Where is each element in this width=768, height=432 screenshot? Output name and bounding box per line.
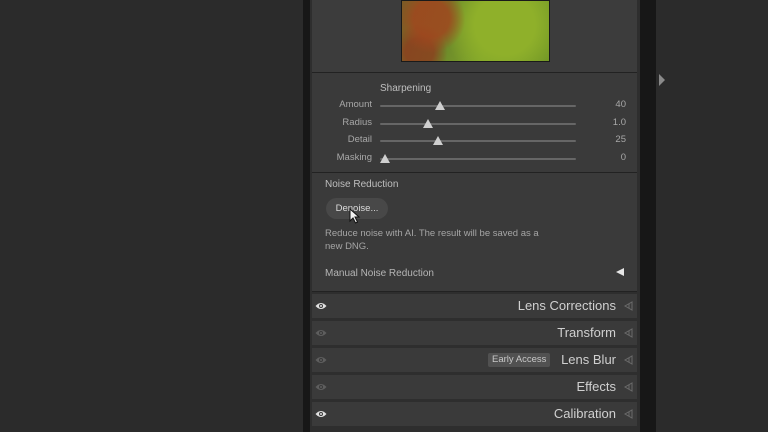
- triangle-left-icon[interactable]: [623, 355, 633, 365]
- eye-icon[interactable]: [315, 382, 327, 392]
- panel-divider-right: [640, 0, 656, 432]
- slider-value-detail[interactable]: 25: [586, 134, 626, 145]
- slider-thumb-masking[interactable]: [380, 153, 390, 163]
- slider-track-masking[interactable]: [380, 157, 576, 160]
- cursor-icon: [349, 208, 361, 224]
- triangle-left-icon[interactable]: [623, 382, 633, 392]
- detail-zoom-preview[interactable]: [401, 0, 550, 62]
- collapse-panel-arrow-icon[interactable]: [659, 74, 665, 86]
- panel-header-effects[interactable]: Effects: [312, 375, 637, 399]
- slider-track-detail[interactable]: [380, 140, 576, 142]
- manual-noise-reduction-label[interactable]: Manual Noise Reduction: [325, 268, 434, 279]
- panel-header-lens-blur[interactable]: Early Access Lens Blur: [312, 348, 637, 372]
- early-access-badge: Early Access: [488, 353, 551, 367]
- filmstrip-left-area: [0, 0, 303, 432]
- panel-header-calibration[interactable]: Calibration: [312, 402, 637, 426]
- slider-thumb-radius[interactable]: [423, 118, 434, 128]
- panel-title-transform: Transform: [557, 325, 616, 340]
- panel-header-lens-corrections[interactable]: Lens Corrections: [312, 294, 637, 318]
- slider-label-detail: Detail: [347, 134, 372, 145]
- panel-title-effects: Effects: [576, 379, 616, 394]
- triangle-left-icon[interactable]: [623, 301, 633, 311]
- eye-icon[interactable]: [315, 328, 327, 338]
- panel-title-lens-corrections: Lens Corrections: [517, 298, 616, 313]
- slider-thumb-amount[interactable]: [434, 101, 445, 110]
- slider-value-amount[interactable]: 40: [586, 99, 626, 110]
- eye-icon[interactable]: [315, 355, 327, 365]
- panel-title-lens-blur: Lens Blur: [561, 352, 616, 367]
- triangle-left-icon[interactable]: [623, 409, 633, 419]
- panel-header-transform[interactable]: Transform: [312, 321, 637, 345]
- slider-thumb-detail[interactable]: [432, 136, 443, 145]
- slider-value-radius[interactable]: 1.0: [586, 117, 626, 128]
- sharpening-title: Sharpening: [380, 83, 432, 94]
- slider-track-amount[interactable]: [380, 105, 576, 107]
- slider-label-masking: Masking: [336, 151, 372, 163]
- eye-icon[interactable]: [315, 409, 327, 419]
- slider-value-masking[interactable]: 0: [586, 152, 626, 163]
- panel-divider-left: [303, 0, 310, 432]
- slider-label-radius: Radius: [342, 116, 372, 128]
- eye-icon[interactable]: [315, 301, 327, 311]
- panel-title-calibration: Calibration: [553, 406, 616, 421]
- right-empty-area: [656, 0, 768, 432]
- noise-reduction-title: Noise Reduction: [325, 179, 399, 190]
- manual-noise-reduction-toggle-icon[interactable]: [616, 268, 624, 276]
- slider-track-radius[interactable]: [380, 122, 576, 125]
- divider: [312, 291, 637, 292]
- slider-label-amount: Amount: [339, 99, 372, 110]
- denoise-description: Reduce noise with AI. The result will be…: [325, 228, 539, 252]
- triangle-left-icon[interactable]: [623, 328, 633, 338]
